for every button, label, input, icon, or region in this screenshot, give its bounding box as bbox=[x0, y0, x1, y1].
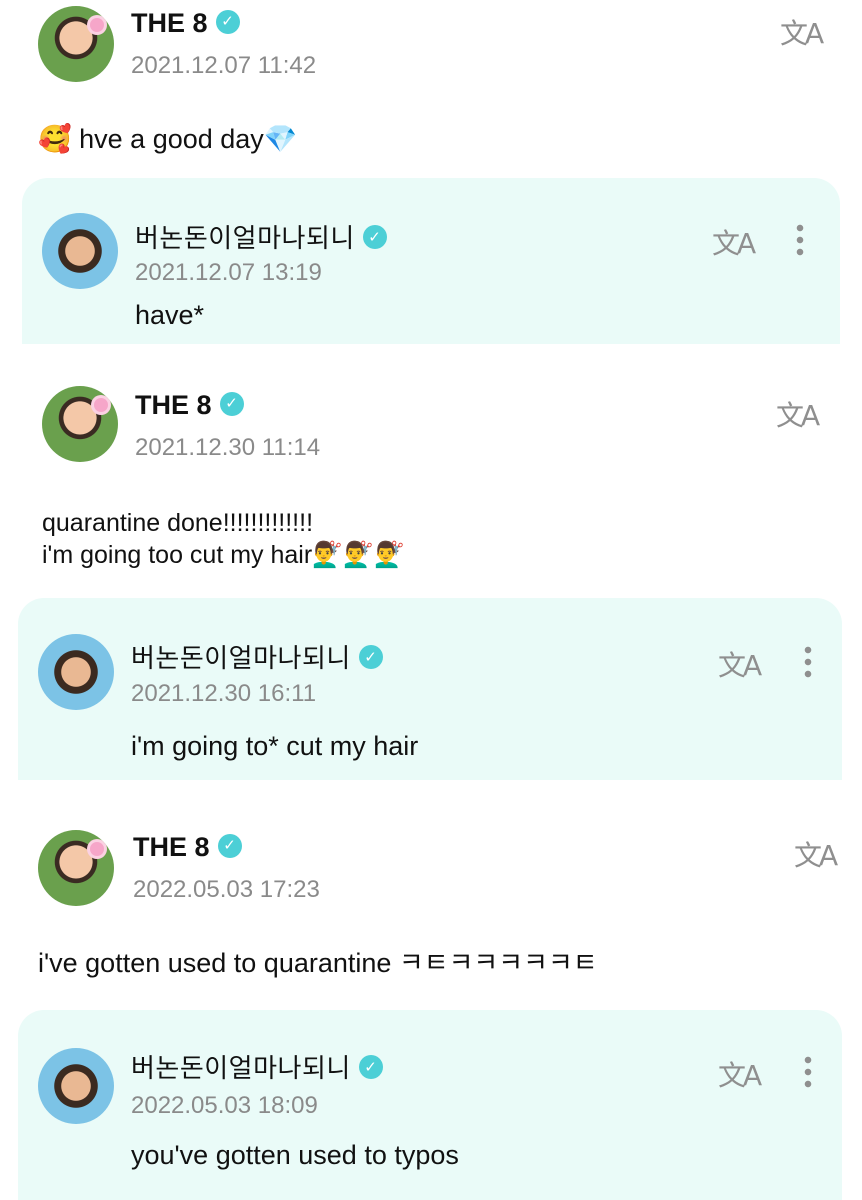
gem-emoji: 💎 bbox=[263, 124, 298, 155]
artist-post-2: THE 8 ✓ 2021.12.30 11:14 文A quarantine do… bbox=[0, 344, 862, 598]
verified-badge-icon: ✓ bbox=[362, 224, 387, 249]
post-body-line-1: quarantine done!!!!!!!!!!!!! bbox=[42, 509, 314, 537]
verified-badge-icon: ✓ bbox=[358, 1054, 383, 1079]
haircut-emoji: 💇‍♂️💇‍♂️💇‍♂️ bbox=[312, 540, 406, 569]
post-timestamp: 2021.12.07 11:42 bbox=[131, 52, 317, 79]
translate-icon[interactable]: 文A bbox=[718, 644, 762, 684]
author-name[interactable]: THE 8 ✓ bbox=[135, 390, 244, 421]
more-vertical-icon[interactable] bbox=[796, 222, 804, 258]
reply-timestamp: 2021.12.30 16:11 bbox=[131, 680, 317, 707]
fan-reply-3: 버논돈이얼마나되니 ✓ 2022.05.03 18:09 文A you've go… bbox=[18, 1010, 842, 1200]
reply-body: you've gotten used to typos bbox=[131, 1140, 459, 1170]
reply-body: have* bbox=[135, 300, 205, 330]
reply-timestamp: 2021.12.07 13:19 bbox=[135, 259, 322, 286]
translate-icon[interactable]: 文A bbox=[780, 12, 824, 52]
reply-author-name[interactable]: 버논돈이얼마나되니 ✓ bbox=[131, 638, 383, 675]
artist-post-1: THE 8 ✓ 2021.12.07 11:42 文A 🥰 hve a good … bbox=[0, 0, 862, 178]
translate-icon[interactable]: 文A bbox=[794, 834, 838, 874]
artist-avatar[interactable] bbox=[38, 830, 114, 906]
verified-badge-icon: ✓ bbox=[358, 644, 383, 669]
fan-avatar[interactable] bbox=[38, 634, 114, 710]
fan-avatar[interactable] bbox=[42, 213, 118, 289]
reply-timestamp: 2022.05.03 18:09 bbox=[131, 1092, 318, 1119]
post-body: i've gotten used to quarantine ㅋㅌㅋㅋㅋㅋㅋㅌ bbox=[38, 948, 598, 978]
verified-badge-icon: ✓ bbox=[217, 833, 242, 858]
post-body-line-2: i'm going too cut my hair💇‍♂️💇‍♂️💇‍♂️ bbox=[42, 540, 406, 569]
author-name[interactable]: THE 8 ✓ bbox=[133, 832, 242, 863]
author-name[interactable]: THE 8 ✓ bbox=[131, 8, 240, 39]
translate-icon[interactable]: 文A bbox=[712, 222, 756, 262]
reply-body: i'm going to* cut my hair bbox=[131, 731, 419, 761]
artist-avatar[interactable] bbox=[38, 6, 114, 82]
smiling-hearts-emoji: 🥰 bbox=[38, 124, 72, 155]
artist-avatar[interactable] bbox=[42, 386, 118, 462]
artist-post-3: THE 8 ✓ 2022.05.03 17:23 文A i've gotten u… bbox=[0, 780, 862, 1010]
reply-author-name[interactable]: 버논돈이얼마나되니 ✓ bbox=[135, 218, 387, 255]
post-timestamp: 2021.12.30 11:14 bbox=[135, 434, 321, 461]
reply-author-name[interactable]: 버논돈이얼마나되니 ✓ bbox=[131, 1048, 383, 1085]
fan-avatar[interactable] bbox=[38, 1048, 114, 1124]
fan-reply-2: 버논돈이얼마나되니 ✓ 2021.12.30 16:11 文A i'm going… bbox=[18, 598, 842, 780]
translate-icon[interactable]: 文A bbox=[776, 394, 820, 434]
fan-reply-1: 버논돈이얼마나되니 ✓ 2021.12.07 13:19 文A have* bbox=[22, 178, 840, 344]
post-timestamp: 2022.05.03 17:23 bbox=[133, 876, 320, 903]
verified-badge-icon: ✓ bbox=[219, 391, 244, 416]
more-vertical-icon[interactable] bbox=[804, 1054, 812, 1090]
post-body: 🥰 hve a good day💎 bbox=[38, 124, 298, 155]
verified-badge-icon: ✓ bbox=[215, 9, 240, 34]
translate-icon[interactable]: 文A bbox=[718, 1054, 762, 1094]
more-vertical-icon[interactable] bbox=[804, 644, 812, 680]
